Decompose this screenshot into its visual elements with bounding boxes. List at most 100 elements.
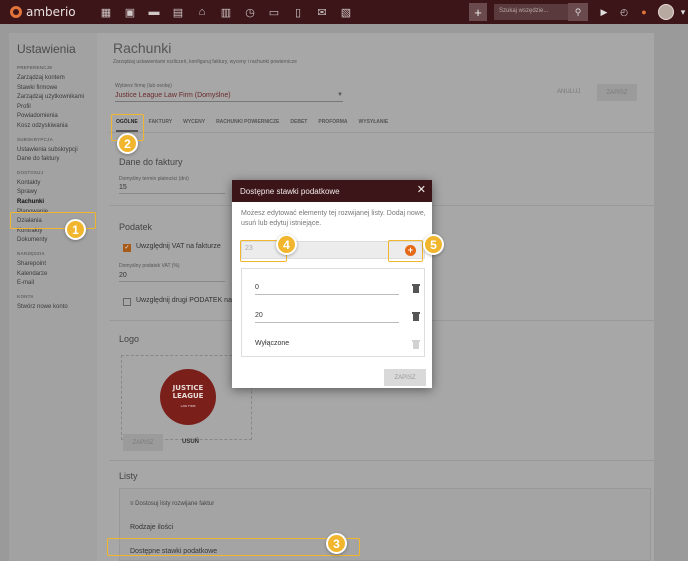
logo-small-text: LAW FIRM [180,404,196,408]
sidebar-section-head: SUBSKRYPCJA [17,136,54,142]
tax-section-title: Podatek [119,222,153,232]
module-icons: ▦ ▣ ▬ ▤ ⌂ ▥ ◷ ▭ ▯ ✉ ▧ [94,0,358,24]
customize-lists-link[interactable]: ≡ Dostosuj listy rozwijane faktur [130,501,214,507]
sidebar-item[interactable]: Kosz odzyskiwania [17,122,89,132]
chevron-down-icon: ▼ [337,92,343,98]
mail-icon[interactable]: ✉ [310,0,334,24]
settings-tabs: OGÓLNE FAKTURY WYCENY RACHUNKI POWIERNIC… [116,119,399,132]
step-badge-2: 2 [117,133,138,154]
timer-icon[interactable]: ◴ [614,0,634,24]
page-subtitle: Zarządzaj ustawieniami rozliczeń, konfig… [113,59,297,65]
second-tax-checkbox[interactable] [123,298,131,306]
vat-checkbox-label: Uwzględnij VAT na fakturze [136,243,221,250]
vat-rate-label: Domyślny podatek VAT (%) [119,263,180,269]
global-search-input[interactable]: Szukaj wszędzie... [494,4,568,20]
logo-section-title: Logo [119,334,140,344]
modal-header: Dostępne stawki podatkowe ✕ [232,180,432,202]
user-avatar[interactable] [658,4,674,20]
play-icon[interactable]: ▶ [594,0,614,24]
sidebar-section-head: PREFERENCJE [17,65,53,70]
sidebar-item[interactable]: Kalendarze [17,270,89,280]
tax-rate-item-value[interactable]: 20 [255,312,263,319]
sidebar-item[interactable]: Profil [17,103,89,113]
bell-icon[interactable]: ● [634,0,654,24]
logo-remove-button[interactable]: USUŃ [182,439,199,445]
sidebar-section-head: NARZĘDZIA [17,250,45,256]
sidebar-item[interactable]: Stwórz nowe konto [17,303,89,313]
payment-term-input[interactable]: 15 [119,184,225,194]
tax-rate-item-value[interactable]: 0 [255,284,259,291]
firm-select[interactable]: Justice League Law Firm (Domyślne) ▼ [115,92,343,102]
sidebar-item[interactable]: Kontakty [17,179,89,189]
logo-line-2: LEAGUE [172,392,204,400]
tab-rachunki-powiernicze[interactable]: RACHUNKI POWIERNICZE [216,119,279,132]
sidebar-item[interactable]: Ustawienia subskrypcji [17,146,89,156]
tab-proforma[interactable]: PROFORMA [318,119,347,132]
step-badge-3: 3 [326,533,347,554]
close-icon[interactable]: ✕ [417,185,426,196]
sidebar-item[interactable]: Stawki firmowe [17,84,89,94]
tab-wyceny[interactable]: WYCENY [183,119,205,132]
tax-rates-modal: Dostępne stawki podatkowe ✕ Możesz edyto… [232,180,432,388]
page-title: Rachunki [113,40,172,56]
chevron-down-icon[interactable]: ▾ [678,0,688,24]
sidebar-section-head: DOSTOSUJ [17,169,44,175]
sidebar-item[interactable]: Dane do faktury [17,155,89,165]
tax-rate-item-underline [255,322,399,323]
trash-icon[interactable] [412,312,420,321]
tab-debet[interactable]: DEBET [290,119,307,132]
contacts-icon[interactable]: ▣ [118,0,142,24]
company-logo: JUSTICE LEAGUE LAW FIRM [160,369,216,425]
sidebar-item[interactable]: Powiadomienia [17,112,89,122]
sidebar-item[interactable]: E-mail [17,279,89,289]
trash-icon[interactable] [412,284,420,293]
sidebar-title: Ustawienia [17,42,76,56]
search-icon[interactable]: ⚲ [568,3,588,21]
tax-rate-list: 0 20 Wyłączone [241,268,425,357]
document-icon[interactable]: ▤ [166,0,190,24]
top-bar-right: + Szukaj wszędzie... ⚲ ▶ ◴ ● ▾ [469,0,688,24]
sidebar-sections: PREFERENCJE Zarządzaj kontem Stawki firmow… [17,65,89,312]
logo-save-button[interactable]: ZAPISZ [123,434,163,451]
bank-icon[interactable]: ⌂ [190,0,214,24]
tax-rate-item-underline [255,294,399,295]
sidebar-item[interactable]: Zarządzaj kontem [17,74,89,84]
save-button[interactable]: ZAPISZ [597,84,637,101]
file-icon[interactable]: ▯ [286,0,310,24]
logo-line-1: JUSTICE [172,384,204,392]
customize-lists-label: Dostosuj listy rozwijane faktur [135,501,215,507]
highlight-add-button [388,240,423,262]
list-row-quantity-types[interactable]: Rodzaje ilości [130,524,173,531]
sidebar-item[interactable]: Rachunki [17,198,89,208]
logo-mark-icon [10,6,22,18]
tabs-divider [109,132,654,133]
tab-faktury[interactable]: FAKTURY [149,119,172,132]
invoice-section-title: Dane do faktury [119,157,183,167]
sidebar-item[interactable]: Sharepoint [17,260,89,270]
tab-wysylanie[interactable]: WYSYŁANIE [359,119,389,132]
dashboard-icon[interactable]: ▦ [94,0,118,24]
sidebar-item[interactable]: Zarządzaj użytkownikami [17,93,89,103]
calendar-icon[interactable]: ▥ [214,0,238,24]
cancel-button[interactable]: ANULUJ [557,89,580,95]
app-logo[interactable]: amberio [10,5,88,19]
firm-select-label: Wybierz firmę (lub osobę) [115,83,172,89]
vat-rate-input[interactable]: 20 [119,272,225,282]
chart-icon[interactable]: ▧ [334,0,358,24]
settings-sidebar: Ustawienia PREFERENCJE Zarządzaj kontem St… [9,33,97,561]
history-icon[interactable]: ◷ [238,0,262,24]
add-new-button[interactable]: + [469,3,487,21]
payment-term-label: Domyślny termin płatności (dni) [119,176,189,182]
step-badge-4: 4 [276,234,297,255]
highlight-tax-rates-row [107,538,360,556]
trash-icon [412,340,420,349]
modal-description: Możesz edytować elementy tej rozwijanej … [241,210,426,227]
sidebar-item[interactable]: Sprawy [17,188,89,198]
folder-icon[interactable]: ▭ [262,0,286,24]
modal-title: Dostępne stawki podatkowe [240,186,340,196]
modal-save-button[interactable]: ZAPISZ [384,369,426,386]
step-badge-1: 1 [65,219,86,240]
firm-select-value: Justice League Law Firm (Domyślne) [115,92,231,99]
briefcase-icon[interactable]: ▬ [142,0,166,24]
vat-checkbox[interactable]: ✓ [123,244,131,252]
